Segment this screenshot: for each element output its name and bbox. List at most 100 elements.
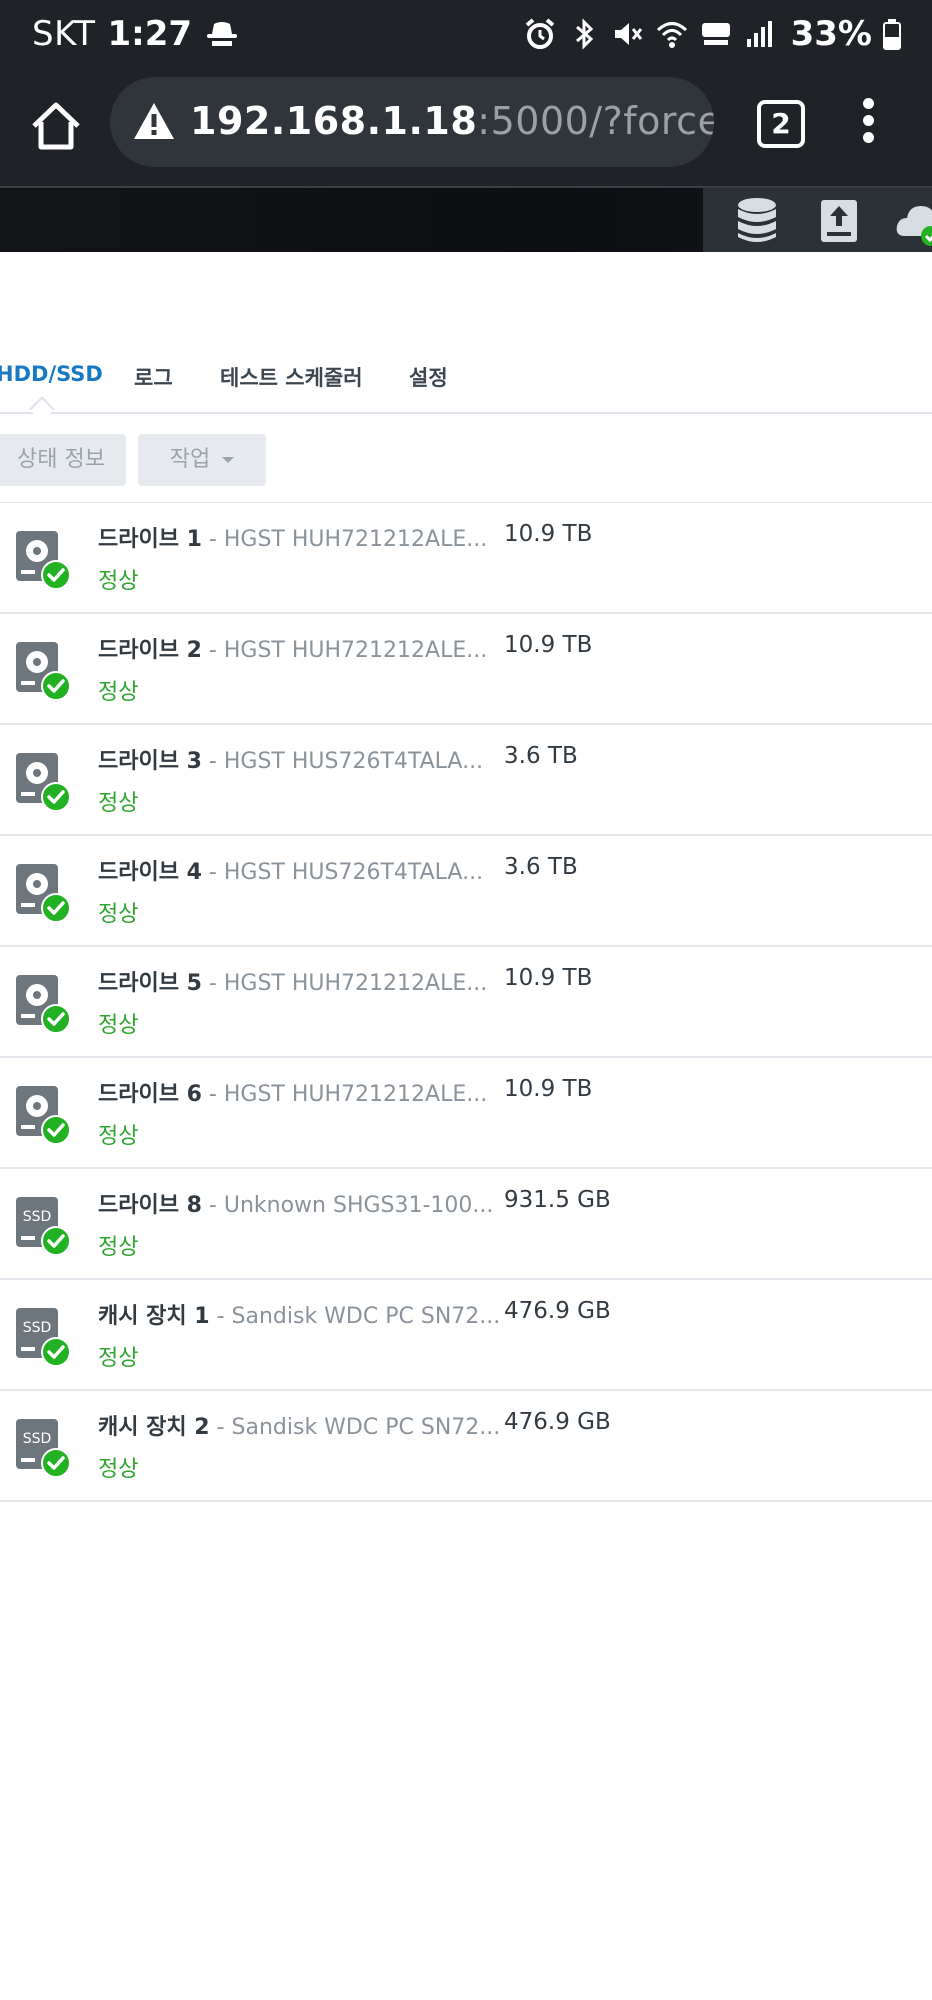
carrier-label: SKT bbox=[32, 14, 96, 54]
cloud-sync-icon[interactable] bbox=[895, 196, 932, 246]
drive-capacity: 476.9 GB bbox=[504, 1298, 611, 1324]
upload-icon[interactable] bbox=[815, 196, 863, 246]
drive-capacity: 476.9 GB bbox=[504, 1409, 611, 1435]
hdd-icon bbox=[16, 1086, 71, 1145]
drive-title: 드라이브 3 - HGST HUS726T4TALA... bbox=[98, 743, 483, 775]
ssd-icon: SSD bbox=[16, 1308, 71, 1367]
drive-capacity: 931.5 GB bbox=[504, 1187, 611, 1213]
hdd-icon bbox=[16, 753, 71, 812]
drive-model: - HGST HUH721212ALE... bbox=[201, 1082, 488, 1107]
url-host: 192.168.1.18 bbox=[190, 99, 478, 143]
drive-row[interactable]: 드라이브 6 - HGST HUH721212ALE... 10.9 TB 정상 bbox=[0, 1058, 932, 1169]
action-toolbar: 상태 정보 작업 bbox=[0, 414, 932, 504]
drive-row[interactable]: 드라이브 2 - HGST HUH721212ALE... 10.9 TB 정상 bbox=[0, 614, 932, 725]
more-options-icon[interactable] bbox=[856, 94, 880, 154]
drive-list: 드라이브 1 - HGST HUH721212ALE... 10.9 TB 정상 드… bbox=[0, 503, 932, 1502]
url-path: :5000/?forceDes bbox=[477, 99, 714, 143]
hdd-icon bbox=[16, 864, 71, 923]
tab-bar: HDD/SSD 로그 테스트 스케줄러 설정 bbox=[0, 326, 932, 422]
bluetooth-icon bbox=[575, 18, 593, 50]
browser-toolbar: 192.168.1.18:5000/?forceDes 2 bbox=[0, 70, 932, 186]
drive-name: 캐시 장치 1 bbox=[98, 1304, 210, 1329]
drive-title: 캐시 장치 2 - Sandisk WDC PC SN72... bbox=[98, 1409, 500, 1441]
drive-status: 정상 bbox=[98, 1013, 139, 1038]
drive-status: 정상 bbox=[98, 1457, 139, 1482]
signal-icon bbox=[746, 21, 772, 47]
drive-model: - Sandisk WDC PC SN72... bbox=[209, 1415, 501, 1440]
mute-icon bbox=[614, 23, 642, 45]
drive-name: 캐시 장치 2 bbox=[98, 1415, 210, 1440]
drive-capacity: 10.9 TB bbox=[504, 1076, 593, 1102]
wifi-icon bbox=[656, 22, 687, 48]
drive-status: 정상 bbox=[98, 902, 139, 927]
drive-name: 드라이브 2 bbox=[98, 638, 202, 663]
drive-model: - HGST HUS726T4TALA... bbox=[201, 749, 484, 774]
action-label: 작업 bbox=[169, 447, 211, 472]
status-info-label: 상태 정보 bbox=[17, 447, 105, 472]
drive-name: 드라이브 1 bbox=[98, 527, 202, 552]
drive-name: 드라이브 3 bbox=[98, 749, 202, 774]
raon-hat-icon bbox=[207, 22, 238, 46]
tab-hdd-ssd[interactable]: HDD/SSD bbox=[0, 362, 103, 386]
ssd-icon: SSD bbox=[16, 1197, 71, 1256]
drive-title: 드라이브 1 - HGST HUH721212ALE... bbox=[98, 521, 487, 553]
drive-status: 정상 bbox=[98, 1346, 139, 1371]
drive-row[interactable]: SSD 드라이브 8 - Unknown SHGS31-100... 931.5 … bbox=[0, 1169, 932, 1280]
drive-row[interactable]: 드라이브 5 - HGST HUH721212ALE... 10.9 TB 정상 bbox=[0, 947, 932, 1058]
drive-title: 드라이브 8 - Unknown SHGS31-100... bbox=[98, 1187, 493, 1219]
home-icon[interactable] bbox=[28, 98, 84, 154]
drive-model: - HGST HUH721212ALE... bbox=[201, 527, 488, 552]
drive-row[interactable]: 드라이브 4 - HGST HUS726T4TALA... 3.6 TB 정상 bbox=[0, 836, 932, 947]
drive-title: 드라이브 4 - HGST HUS726T4TALA... bbox=[98, 854, 483, 886]
app-header bbox=[0, 186, 932, 254]
drive-title: 드라이브 2 - HGST HUH721212ALE... bbox=[98, 632, 487, 664]
drive-capacity: 10.9 TB bbox=[504, 632, 593, 658]
status-bar: SKT 1:27 33% bbox=[0, 0, 932, 70]
drive-model: - HGST HUH721212ALE... bbox=[201, 638, 488, 663]
drive-capacity: 3.6 TB bbox=[504, 854, 578, 880]
tab-log[interactable]: 로그 bbox=[134, 362, 173, 392]
drive-model: - HGST HUS726T4TALA... bbox=[201, 860, 484, 885]
tab-test-scheduler[interactable]: 테스트 스케줄러 bbox=[220, 362, 363, 392]
drive-status: 정상 bbox=[98, 569, 139, 594]
action-dropdown-button[interactable]: 작업 bbox=[138, 434, 266, 486]
page-header-band bbox=[0, 252, 932, 327]
url-text[interactable]: 192.168.1.18:5000/?forceDes bbox=[190, 99, 714, 143]
drive-name: 드라이브 4 bbox=[98, 860, 202, 885]
drive-model: - Unknown SHGS31-100... bbox=[201, 1193, 494, 1218]
svg-text:SSD: SSD bbox=[23, 1431, 52, 1447]
svg-text:SSD: SSD bbox=[23, 1320, 52, 1336]
battery-percent: 33% bbox=[790, 14, 872, 54]
drive-status: 정상 bbox=[98, 1235, 139, 1260]
drive-title: 드라이브 6 - HGST HUH721212ALE... bbox=[98, 1076, 487, 1108]
hdd-icon bbox=[16, 531, 71, 590]
status-info-button[interactable]: 상태 정보 bbox=[0, 434, 126, 486]
drive-title: 캐시 장치 1 - Sandisk WDC PC SN72... bbox=[98, 1298, 500, 1330]
drive-capacity: 3.6 TB bbox=[504, 743, 578, 769]
app-header-icons bbox=[703, 188, 932, 254]
hd-voice-icon bbox=[701, 23, 730, 45]
drive-row[interactable]: 드라이브 1 - HGST HUH721212ALE... 10.9 TB 정상 bbox=[0, 503, 932, 614]
drive-row[interactable]: 드라이브 3 - HGST HUS726T4TALA... 3.6 TB 정상 bbox=[0, 725, 932, 836]
drive-model: - Sandisk WDC PC SN72... bbox=[209, 1304, 501, 1329]
tab-switcher-button[interactable]: 2 bbox=[757, 100, 805, 148]
drive-capacity: 10.9 TB bbox=[504, 521, 593, 547]
clock: 1:27 bbox=[107, 14, 193, 54]
drive-status: 정상 bbox=[98, 680, 139, 705]
drive-name: 드라이브 6 bbox=[98, 1082, 202, 1107]
address-bar[interactable]: 192.168.1.18:5000/?forceDes bbox=[110, 77, 714, 167]
ssd-icon: SSD bbox=[16, 1419, 71, 1478]
drive-row[interactable]: SSD 캐시 장치 2 - Sandisk WDC PC SN72... 476.… bbox=[0, 1391, 932, 1502]
drive-name: 드라이브 8 bbox=[98, 1193, 202, 1218]
database-icon[interactable] bbox=[733, 196, 781, 246]
tab-settings[interactable]: 설정 bbox=[409, 362, 448, 392]
drive-name: 드라이브 5 bbox=[98, 971, 202, 996]
drive-row[interactable]: SSD 캐시 장치 1 - Sandisk WDC PC SN72... 476.… bbox=[0, 1280, 932, 1391]
drive-title: 드라이브 5 - HGST HUH721212ALE... bbox=[98, 965, 487, 997]
svg-text:SSD: SSD bbox=[23, 1209, 52, 1225]
drive-capacity: 10.9 TB bbox=[504, 965, 593, 991]
battery-icon bbox=[883, 19, 901, 50]
not-secure-warning-icon[interactable] bbox=[132, 101, 176, 141]
drive-status: 정상 bbox=[98, 1124, 139, 1149]
caret-down-icon bbox=[222, 457, 235, 463]
